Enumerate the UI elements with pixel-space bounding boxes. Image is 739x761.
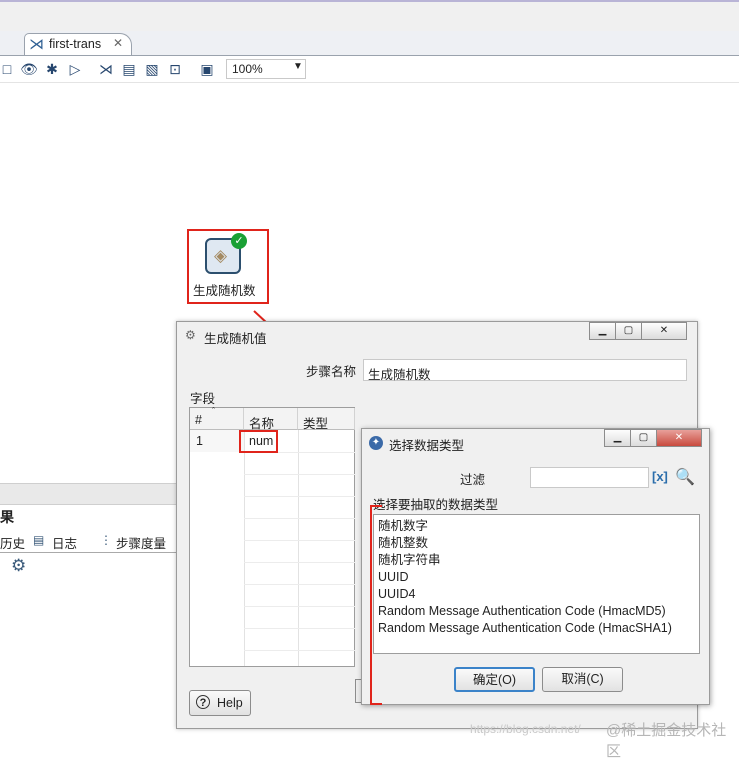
- log-icon: ▤: [33, 533, 45, 547]
- gear-icon[interactable]: ⚙: [11, 556, 26, 576]
- sort-icon: ˆ: [212, 406, 215, 416]
- tab-log[interactable]: 日志: [52, 533, 77, 552]
- minimize-button[interactable]: ▁: [604, 429, 631, 447]
- list-item[interactable]: 随机数字: [378, 518, 699, 535]
- filter-input[interactable]: [530, 467, 649, 488]
- clear-filter-icon[interactable]: [x]: [652, 469, 668, 484]
- hint-label: 选择要抽取的数据类型: [373, 498, 499, 512]
- close-button[interactable]: ✕: [656, 429, 702, 447]
- annotation-num-highlight: [239, 430, 278, 453]
- list-item[interactable]: UUID: [378, 569, 699, 586]
- metrics-icon: ⋮: [100, 533, 112, 547]
- close-button[interactable]: ✕: [641, 322, 687, 340]
- dialog-step-icon: ⚙: [185, 328, 196, 342]
- maximize-button[interactable]: ▢: [615, 322, 642, 340]
- maximize-button[interactable]: ▢: [630, 429, 657, 447]
- step-name-label: 步骤名称: [306, 365, 357, 379]
- step-name-input[interactable]: 生成随机数: [363, 359, 687, 382]
- dialog-title: 选择数据类型: [389, 439, 465, 453]
- watermark-url: https://blog.csdn.net/: [470, 722, 581, 736]
- help-label: Help: [217, 696, 243, 710]
- search-icon[interactable]: 🔍: [675, 467, 695, 487]
- select-data-type-dialog: ✦ 选择数据类型 ▁ ▢ ✕ 过滤 [x] 🔍 选择要抽取的数据类型 随机数字 …: [361, 428, 710, 705]
- list-item[interactable]: UUID4: [378, 586, 699, 603]
- column-header-name[interactable]: 名称: [244, 408, 298, 431]
- tab-history[interactable]: 历史: [0, 533, 25, 552]
- column-header-type[interactable]: 类型: [298, 408, 355, 431]
- fields-label: 字段: [190, 392, 216, 406]
- list-item[interactable]: 随机整数: [378, 535, 699, 552]
- help-icon: ?: [196, 695, 210, 709]
- dialog-title: 生成随机值: [204, 332, 267, 346]
- help-button[interactable]: ? Help: [189, 690, 251, 716]
- data-type-list[interactable]: 随机数字 随机整数 随机字符串 UUID UUID4 Random Messag…: [373, 514, 700, 654]
- watermark-brand: @稀土掘金技术社区: [606, 722, 727, 760]
- table-row[interactable]: 1: [190, 430, 244, 452]
- list-item[interactable]: Random Message Authentication Code (Hmac…: [378, 620, 699, 637]
- cancel-button[interactable]: 取消(C): [542, 667, 623, 692]
- list-item[interactable]: Random Message Authentication Code (Hmac…: [378, 603, 699, 620]
- filter-label: 过滤: [460, 473, 486, 487]
- list-item[interactable]: 随机字符串: [378, 552, 699, 569]
- annotation-list-highlight: [370, 505, 382, 705]
- column-header-index[interactable]: # ˆ: [190, 406, 244, 430]
- row-index: 1: [196, 434, 203, 448]
- minimize-button[interactable]: ▁: [589, 322, 616, 340]
- results-panel-title: 果: [0, 509, 14, 525]
- ok-button[interactable]: 确定(O): [454, 667, 535, 692]
- tab-step-metrics[interactable]: 步骤度量: [116, 533, 166, 552]
- kettle-icon: ✦: [369, 436, 383, 450]
